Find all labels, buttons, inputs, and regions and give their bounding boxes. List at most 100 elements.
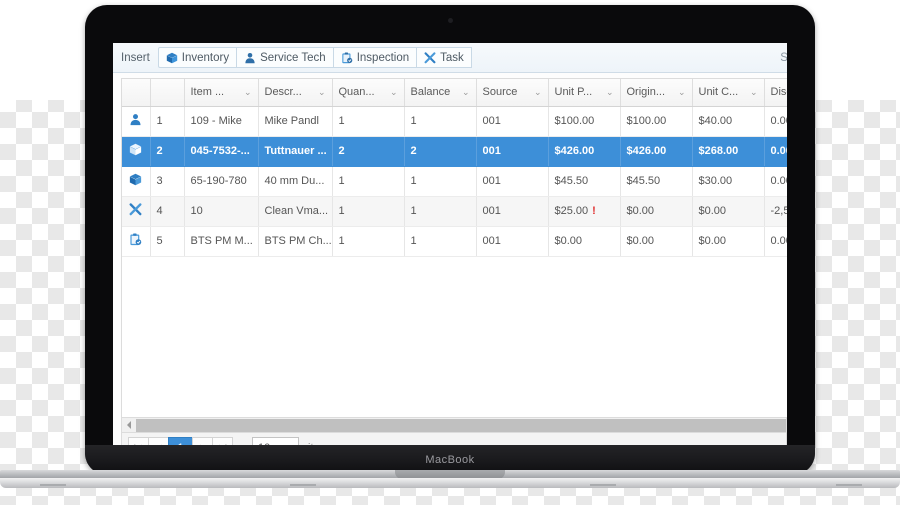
cell-discount[interactable]: 0.00 bbox=[764, 136, 787, 167]
chevron-down-icon[interactable]: ⌄ bbox=[750, 87, 758, 98]
cell-num[interactable]: 5 bbox=[150, 226, 185, 257]
cell-unit_cost[interactable]: $0.00 bbox=[692, 226, 765, 257]
cell-num[interactable]: 2 bbox=[150, 136, 185, 167]
cell-descr[interactable]: Clean Vma... bbox=[258, 196, 333, 227]
horizontal-scrollbar[interactable] bbox=[121, 418, 787, 433]
insert-task-button[interactable]: Task bbox=[416, 47, 472, 68]
chevron-down-icon[interactable]: ⌄ bbox=[462, 87, 470, 98]
chevron-down-icon[interactable]: ⌄ bbox=[318, 87, 326, 98]
insert-inventory-button[interactable]: Inventory bbox=[157, 47, 238, 68]
grid-header-cell[interactable]: Descr... ⌄ bbox=[258, 79, 333, 107]
chevron-down-icon[interactable]: ⌄ bbox=[534, 87, 542, 98]
cell-source[interactable]: 001 bbox=[476, 106, 549, 137]
cell-balance[interactable]: 1 bbox=[404, 196, 477, 227]
grid-header-cell[interactable]: Quan... ⌄ bbox=[332, 79, 405, 107]
table-row[interactable]: 4 10 Clean Vma... 1 1 001 $25.00! $0.00 $0.00 -2,… bbox=[122, 196, 787, 227]
cell-discount[interactable]: 0.00 bbox=[764, 166, 787, 197]
cell-balance[interactable]: 1 bbox=[404, 106, 477, 137]
tools-icon bbox=[129, 203, 142, 216]
cell-value: 001 bbox=[482, 145, 501, 157]
cell-discount[interactable]: 0.00 bbox=[764, 106, 787, 137]
cell-num[interactable]: 4 bbox=[150, 196, 185, 227]
cell-unit_price[interactable]: $100.00 bbox=[548, 106, 621, 137]
cell-source[interactable]: 001 bbox=[476, 226, 549, 257]
cell-item[interactable]: 10 bbox=[184, 196, 259, 227]
grid-header-cell[interactable]: Balance ⌄ bbox=[404, 79, 477, 107]
cell-item[interactable]: 045-7532-... bbox=[184, 136, 259, 167]
backdrop-mask-bottom bbox=[0, 505, 900, 520]
cell-num[interactable]: 3 bbox=[150, 166, 185, 197]
cell-source[interactable]: 001 bbox=[476, 196, 549, 227]
cell-source[interactable]: 001 bbox=[476, 136, 549, 167]
insert-inspection-button[interactable]: Inspection bbox=[332, 47, 418, 68]
cell-discount[interactable]: 0.00 bbox=[764, 226, 787, 257]
cell-balance[interactable]: 1 bbox=[404, 226, 477, 257]
cell-num[interactable]: 1 bbox=[150, 106, 185, 137]
cell-unit_price[interactable]: $25.00! bbox=[548, 196, 621, 227]
cell-source[interactable]: 001 bbox=[476, 166, 549, 197]
tools-icon bbox=[424, 51, 436, 64]
grid-header-cell[interactable]: Item ... ⌄ bbox=[184, 79, 259, 107]
cell-unit_cost[interactable]: $268.00 bbox=[692, 136, 765, 167]
cell-quantity[interactable]: 1 bbox=[332, 196, 405, 227]
cell-value: 40 mm Du... bbox=[264, 175, 325, 187]
cell-quantity[interactable]: 1 bbox=[332, 106, 405, 137]
insert-service-tech-button[interactable]: Service Tech bbox=[236, 47, 334, 68]
cell-descr[interactable]: BTS PM Ch... bbox=[258, 226, 333, 257]
chevron-down-icon[interactable]: ⌄ bbox=[390, 87, 398, 98]
grid-header-cell[interactable]: Origin... ⌄ bbox=[620, 79, 693, 107]
grid-header-label: Item ... bbox=[190, 86, 225, 99]
laptop-foot-midright bbox=[590, 484, 616, 486]
cell-original[interactable]: $0.00 bbox=[620, 196, 693, 227]
cell-value: 5 bbox=[156, 235, 163, 247]
cell-original[interactable]: $45.50 bbox=[620, 166, 693, 197]
table-row[interactable]: 5 BTS PM M... BTS PM Ch... 1 1 001 $0.00 $0.00 $… bbox=[122, 226, 787, 257]
grid-header-cell[interactable]: Source ⌄ bbox=[476, 79, 549, 107]
insert-service-tech-label: Service Tech bbox=[260, 51, 326, 64]
cell-quantity[interactable]: 2 bbox=[332, 136, 405, 167]
laptop-lid: Insert Inventory Service Tech Inspection… bbox=[85, 5, 815, 475]
cell-original[interactable]: $0.00 bbox=[620, 226, 693, 257]
scrollbar-thumb[interactable] bbox=[136, 418, 786, 432]
chevron-down-icon[interactable]: ⌄ bbox=[678, 87, 686, 98]
cell-value: Clean Vma... bbox=[264, 205, 329, 217]
cell-descr[interactable]: Mike Pandl bbox=[258, 106, 333, 137]
table-row[interactable]: 2 045-7532-... Tuttnauer ... 2 2 001 $426.00 $4… bbox=[122, 136, 787, 167]
cell-balance[interactable]: 1 bbox=[404, 166, 477, 197]
cell-unit_price[interactable]: $45.50 bbox=[548, 166, 621, 197]
table-row[interactable]: 3 65-190-780 40 mm Du... 1 1 001 $45.50 $45.50 $… bbox=[122, 166, 787, 197]
cell-descr[interactable]: Tuttnauer ... bbox=[258, 136, 333, 167]
grid-header-cell[interactable]: Unit C... ⌄ bbox=[692, 79, 765, 107]
grid-header-cell[interactable]: Disc...⌄ bbox=[764, 79, 787, 107]
cell-unit_cost[interactable]: $30.00 bbox=[692, 166, 765, 197]
cell-descr[interactable]: 40 mm Du... bbox=[258, 166, 333, 197]
cell-quantity[interactable]: 1 bbox=[332, 226, 405, 257]
grid-header-row: Item ... ⌄ Descr... ⌄ Quan... ⌄ Balance ⌄ Source… bbox=[122, 79, 787, 107]
cell-value: 1 bbox=[410, 235, 417, 247]
cell-unit_price[interactable]: $426.00 bbox=[548, 136, 621, 167]
cell-discount[interactable]: -2,50 bbox=[764, 196, 787, 227]
grid-header-label: Unit P... bbox=[554, 86, 593, 99]
cell-item[interactable]: BTS PM M... bbox=[184, 226, 259, 257]
cell-item[interactable]: 65-190-780 bbox=[184, 166, 259, 197]
grid-body: 1 109 - Mike Mike Pandl 1 1 001 $100.00 $100.00… bbox=[122, 106, 787, 257]
cell-original[interactable]: $426.00 bbox=[620, 136, 693, 167]
cell-unit_price[interactable]: $0.00 bbox=[548, 226, 621, 257]
cell-quantity[interactable]: 1 bbox=[332, 166, 405, 197]
cell-value: 045-7532-... bbox=[190, 145, 250, 157]
selected-note: Selected bbox=[780, 51, 787, 64]
scroll-left-arrow-icon[interactable] bbox=[122, 418, 136, 432]
grid-header-cell bbox=[150, 79, 185, 107]
cell-unit_cost[interactable]: $0.00 bbox=[692, 196, 765, 227]
chevron-down-icon[interactable]: ⌄ bbox=[606, 87, 614, 98]
grid-header-cell[interactable]: Unit P... ⌄ bbox=[548, 79, 621, 107]
cell-original[interactable]: $100.00 bbox=[620, 106, 693, 137]
cell-value: 109 - Mike bbox=[190, 115, 242, 127]
cell-balance[interactable]: 2 bbox=[404, 136, 477, 167]
cell-item[interactable]: 109 - Mike bbox=[184, 106, 259, 137]
chevron-down-icon[interactable]: ⌄ bbox=[244, 87, 252, 98]
cell-unit_cost[interactable]: $40.00 bbox=[692, 106, 765, 137]
insert-inspection-label: Inspection bbox=[356, 51, 410, 64]
row-type-icon-cell bbox=[122, 106, 151, 137]
table-row[interactable]: 1 109 - Mike Mike Pandl 1 1 001 $100.00 $100.00… bbox=[122, 106, 787, 137]
